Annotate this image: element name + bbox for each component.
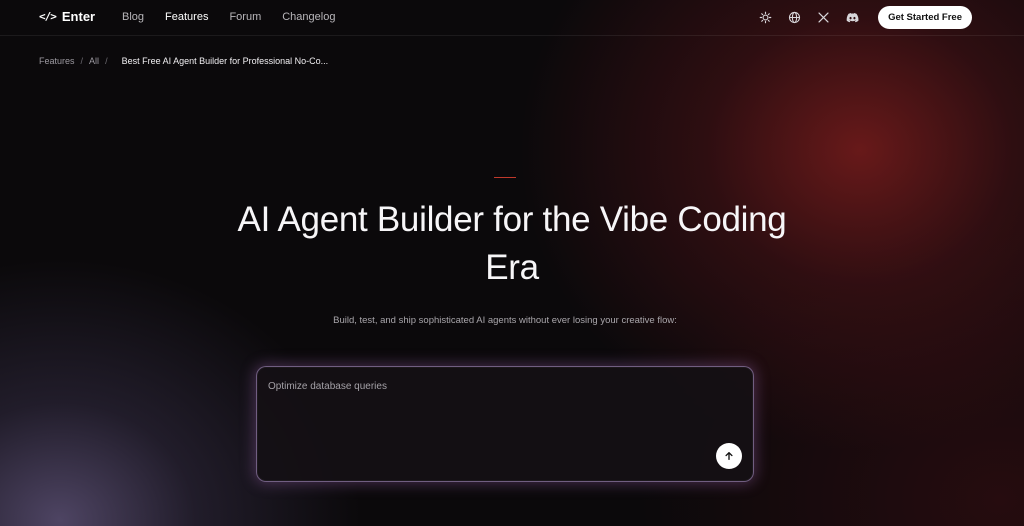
breadcrumb: Features / All / Best Free AI Agent Buil…	[39, 56, 328, 66]
breadcrumb-item-all[interactable]: All	[89, 56, 99, 66]
brand-logo[interactable]: </> Enter	[39, 9, 95, 24]
code-slash-icon: </>	[39, 10, 57, 23]
prompt-input[interactable]	[268, 381, 708, 392]
discord-icon[interactable]	[845, 10, 860, 25]
sun-icon[interactable]	[758, 10, 773, 25]
breadcrumb-item-features[interactable]: Features	[39, 56, 75, 66]
send-button[interactable]	[716, 443, 742, 469]
breadcrumb-separator: /	[105, 56, 108, 66]
nav-link-blog[interactable]: Blog	[122, 11, 144, 23]
arrow-up-icon	[725, 452, 733, 460]
top-navbar: </> Enter Blog Features Forum Changelog	[0, 0, 1024, 36]
globe-icon[interactable]	[787, 10, 802, 25]
get-started-button[interactable]: Get Started Free	[878, 6, 972, 29]
x-twitter-icon[interactable]	[816, 10, 831, 25]
nav-actions: Get Started Free	[758, 6, 972, 29]
nav-link-changelog[interactable]: Changelog	[282, 11, 335, 23]
nav-link-features[interactable]: Features	[165, 11, 208, 23]
hero-subtitle: Build, test, and ship sophisticated AI a…	[333, 315, 677, 326]
accent-divider	[494, 177, 516, 178]
prompt-box	[256, 366, 754, 482]
main-nav: Blog Features Forum Changelog	[122, 11, 335, 23]
brand-name: Enter	[61, 9, 96, 24]
nav-link-forum[interactable]: Forum	[229, 11, 261, 23]
breadcrumb-separator: /	[80, 56, 84, 66]
hero-title: AI Agent Builder for the Vibe Coding Era	[237, 200, 787, 287]
breadcrumb-current: Best Free AI Agent Builder for Professio…	[121, 56, 329, 66]
